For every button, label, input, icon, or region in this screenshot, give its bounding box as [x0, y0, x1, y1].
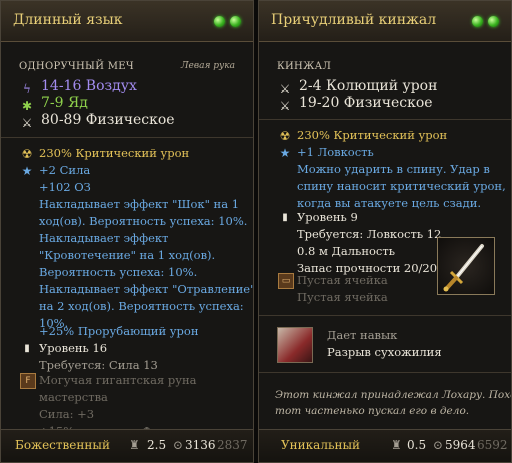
critical-icon: ☢: [279, 129, 291, 143]
weight-value: 0.5: [407, 438, 427, 452]
tooltip-header: Причудливый кинжал: [259, 1, 511, 42]
bonus-line: Накладывает эффект "Шок" на 1: [39, 197, 240, 211]
tooltip-footer: Уникальный ♜ 0.5 ⊙ 5964 6592: [259, 429, 511, 462]
divider: [259, 372, 511, 373]
bonus-line: "Кровотечение" на 1 ход(ов).: [39, 248, 216, 262]
damage-physical: 19-20 Физическое: [299, 95, 433, 111]
air-damage-icon: ϟ: [23, 82, 31, 96]
star-icon: ★: [279, 146, 291, 160]
physical-damage-icon: ⚔: [279, 99, 291, 113]
item-tooltip-long-tongue: Длинный язык ОДНОРУЧНЫЙ МЕЧ Левая рука ϟ…: [0, 0, 254, 463]
item-level: Уровень 16: [39, 341, 108, 355]
dagger-icon: [437, 237, 495, 295]
weight-icon: ♜: [391, 438, 402, 452]
item-value: 3136: [185, 438, 216, 452]
tooltip-header: Длинный язык: [1, 1, 253, 42]
rune-slot-indicators: [214, 16, 241, 27]
gold-icon: ⊙: [173, 438, 184, 452]
rune-name: Могучая гигантская руна: [39, 373, 197, 387]
empty-slot: Пустая ячейка: [297, 273, 388, 287]
item-tooltip-fancy-dagger: Причудливый кинжал КИНЖАЛ ⚔ 2-4 Колющий …: [258, 0, 512, 463]
bonus-line: Вероятность успеха: 10%.: [39, 265, 198, 279]
stat-finesse: +1 Ловкость: [297, 145, 374, 159]
item-value: 5964: [445, 438, 476, 452]
lore-text-2: тот частенько пускал его в дело.: [275, 405, 470, 417]
bonus-line: на 2 ход(ов). Вероятность успеха:: [39, 299, 244, 313]
rune-icon: F: [20, 373, 36, 389]
critical-icon: ☢: [21, 147, 33, 161]
divider: [1, 137, 253, 138]
item-type: ОДНОРУЧНЫЙ МЕЧ: [19, 61, 134, 72]
divider: [259, 119, 511, 120]
empty-slot: Пустая ячейка: [297, 290, 388, 304]
item-type: КИНЖАЛ: [277, 61, 332, 72]
skill-name: Разрыв сухожилия: [327, 345, 442, 359]
requirement: Требуется: Сила 13: [39, 358, 158, 372]
rune-slot-indicators: [472, 16, 499, 27]
item-value-alt: 6592: [477, 438, 508, 452]
bonus-line: Накладывает эффект: [39, 231, 169, 245]
poison-damage-icon: ✱: [21, 99, 33, 113]
lore-text: Этот кинжал принадлежал Лохару. Похоже,: [275, 389, 512, 401]
piercing-damage-icon: ⚔: [279, 82, 291, 96]
damage-poison: 7-9 Яд: [41, 95, 88, 111]
green-gem-icon: [488, 16, 499, 27]
gold-icon: ⊙: [433, 438, 444, 452]
damage-piercing: 2-4 Колющий урон: [299, 78, 438, 94]
item-level: Уровень 9: [297, 210, 358, 224]
tooltip-footer: Божественный ♜ 2.5 ⊙ 3136 2837: [1, 429, 253, 462]
item-title: Причудливый кинжал: [271, 12, 437, 28]
bonus-line: +102 ОЗ: [39, 180, 91, 194]
rarity-label: Уникальный: [281, 438, 361, 452]
bonus-line: ход(ов). Вероятность успеха: 10%.: [39, 214, 248, 228]
item-slot: Левая рука: [181, 61, 235, 71]
weight-value: 2.5: [147, 438, 167, 452]
damage-physical: 80-89 Физическое: [41, 112, 175, 128]
rarity-label: Божественный: [15, 438, 110, 452]
item-value-alt: 2837: [217, 438, 248, 452]
physical-damage-icon: ⚔: [21, 116, 33, 130]
green-gem-icon: [230, 16, 241, 27]
weight-icon: ♜: [129, 438, 140, 452]
divider: [259, 315, 511, 316]
green-gem-icon: [472, 16, 483, 27]
star-icon: ★: [21, 164, 33, 178]
stat-strength: +2 Сила: [39, 163, 91, 177]
requirement: Требуется: Ловкость 12: [297, 227, 442, 241]
skill-rupture-tendons-icon: [277, 327, 313, 363]
empty-slot-icon: ▭: [278, 273, 294, 289]
description-line: когда вы атакуете цель сзади.: [297, 196, 482, 210]
description-line: спину наносит критический урон,: [297, 179, 506, 193]
level-icon: ▮: [24, 343, 30, 354]
bonus-line: Накладывает эффект "Отравление": [39, 282, 254, 296]
critical-damage: 230% Критический урон: [297, 128, 448, 142]
weapon-range: 0.8 м Дальность: [297, 244, 395, 258]
critical-damage: 230% Критический урон: [39, 146, 190, 160]
item-title: Длинный язык: [13, 12, 123, 28]
level-icon: ▮: [282, 212, 288, 223]
bonus-line-pierce: +25% Прорубающий урон: [39, 324, 199, 338]
damage-air: 14-16 Воздух: [41, 78, 137, 94]
green-gem-icon: [214, 16, 225, 27]
rune-name-2: мастерства: [39, 390, 108, 404]
grants-skill-label: Дает навык: [327, 328, 398, 342]
rune-stat: Сила: +3: [39, 407, 95, 421]
description-line: Можно ударить в спину. Удар в: [297, 162, 490, 176]
